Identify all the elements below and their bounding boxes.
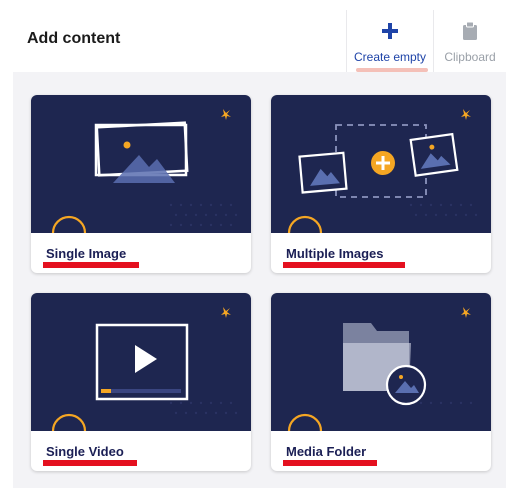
page-title: Add content [27,30,121,47]
media-folder-card[interactable]: Media Folder [271,293,491,471]
create-empty-label: Create empty [353,50,427,64]
create-empty-button[interactable]: Create empty [346,10,434,72]
red-highlight-mark [283,460,377,466]
red-highlight-mark [43,262,139,268]
content-type-panel: Single Image Multiple Images Single Vide… [13,72,506,488]
single-image-card[interactable]: Single Image [31,95,251,273]
multiple-images-card[interactable]: Multiple Images [271,95,491,273]
media-folder-label: Media Folder [286,444,367,459]
add-content-header: Add content Create empty Clipboard [0,10,506,72]
single-video-card[interactable]: Single Video [31,293,251,471]
single-video-label: Single Video [46,444,124,459]
clipboard-icon [462,20,478,42]
single-image-illustration [31,95,251,233]
single-image-label: Single Image [46,246,127,261]
media-folder-illustration [271,293,491,431]
single-video-illustration [31,293,251,431]
red-highlight-mark [283,262,405,268]
red-highlight-mark [43,460,137,466]
clipboard-label: Clipboard [444,50,496,64]
plus-icon [381,20,399,42]
multiple-images-label: Multiple Images [286,246,384,261]
multiple-images-illustration [271,95,491,233]
clipboard-button[interactable]: Clipboard [434,10,506,72]
